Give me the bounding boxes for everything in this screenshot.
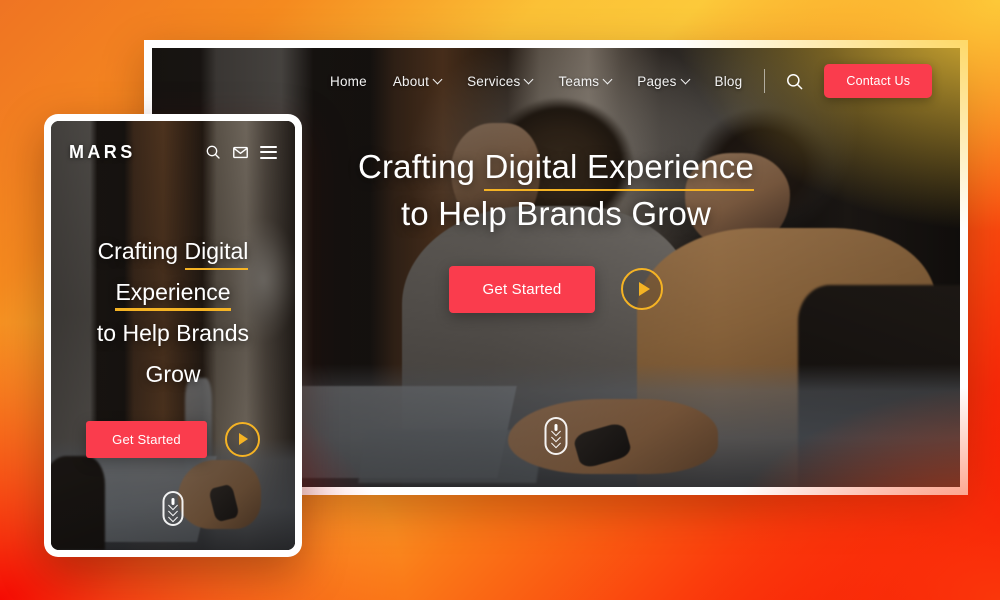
nav-item-label: Teams bbox=[558, 73, 600, 89]
chevron-down-icon bbox=[524, 74, 534, 84]
play-video-button[interactable] bbox=[224, 421, 260, 457]
nav-item-pages[interactable]: Pages bbox=[637, 73, 690, 89]
nav-item-label: Services bbox=[467, 73, 521, 89]
nav-item-services[interactable]: Services bbox=[467, 73, 534, 89]
hamburger-menu-icon[interactable] bbox=[260, 145, 277, 159]
search-icon[interactable] bbox=[785, 72, 804, 91]
hamburger-line bbox=[260, 145, 277, 148]
chevron-down-icon bbox=[680, 74, 690, 84]
chevron-down-icon bbox=[168, 512, 178, 523]
hero-line-2: to Help Brands Grow bbox=[400, 194, 712, 232]
get-started-button[interactable]: Get Started bbox=[448, 265, 596, 313]
mobile-screen: MARS Crafting Digital Experience to Help… bbox=[51, 121, 295, 550]
contact-us-button[interactable]: Contact Us bbox=[824, 64, 933, 98]
hamburger-line bbox=[260, 156, 277, 159]
nav-item-teams[interactable]: Teams bbox=[558, 73, 613, 89]
hero-prefix: Crafting bbox=[357, 148, 485, 185]
nav-item-label: Home bbox=[330, 73, 367, 89]
hero-highlight: Digital bbox=[184, 238, 249, 264]
scroll-down-indicator[interactable] bbox=[544, 417, 568, 455]
hamburger-line bbox=[260, 151, 277, 153]
desktop-nav-links: Home About Services Teams Pages Blog bbox=[330, 74, 742, 89]
hero-line-3: to Help Brands bbox=[96, 319, 250, 346]
nav-item-home[interactable]: Home bbox=[330, 74, 367, 89]
nav-divider bbox=[764, 69, 766, 93]
nav-item-label: About bbox=[392, 73, 430, 89]
play-icon bbox=[239, 433, 249, 446]
play-icon bbox=[638, 282, 650, 297]
play-video-button[interactable] bbox=[621, 268, 664, 311]
hero-line-1: Crafting Digital Experience bbox=[358, 148, 754, 185]
scroll-down-indicator[interactable] bbox=[162, 491, 184, 526]
hero-line-4: Grow bbox=[145, 360, 201, 387]
hero-line-1: Crafting Digital bbox=[98, 238, 249, 264]
mobile-hero-heading: Crafting Digital Experience to Help Bran… bbox=[97, 231, 249, 395]
mobile-navbar: MARS bbox=[51, 121, 295, 183]
hero-highlight: Digital Experience bbox=[484, 148, 755, 185]
desktop-hero-heading: Crafting Digital Experience to Help Bran… bbox=[358, 144, 754, 238]
mail-icon[interactable] bbox=[232, 144, 249, 161]
nav-item-label: Blog bbox=[714, 73, 743, 89]
nav-item-label: Pages bbox=[637, 73, 677, 89]
desktop-nav-actions: Contact Us bbox=[764, 64, 933, 98]
mobile-preview-card: MARS Crafting Digital Experience to Help… bbox=[44, 114, 302, 557]
get-started-button[interactable]: Get Started bbox=[86, 420, 207, 458]
search-icon[interactable] bbox=[205, 144, 221, 160]
mobile-nav-actions bbox=[205, 144, 277, 161]
hero-prefix: Crafting bbox=[97, 238, 185, 264]
mobile-hero-section: Crafting Digital Experience to Help Bran… bbox=[51, 231, 295, 458]
gradient-backdrop: Home About Services Teams Pages Blog Con… bbox=[0, 0, 1000, 600]
nav-item-blog[interactable]: Blog bbox=[715, 74, 743, 89]
mobile-hero-actions: Get Started bbox=[86, 420, 260, 458]
desktop-navbar: Home About Services Teams Pages Blog Con… bbox=[152, 48, 960, 114]
desktop-hero-actions: Get Started bbox=[448, 265, 664, 313]
site-logo[interactable]: MARS bbox=[69, 142, 136, 163]
chevron-down-icon bbox=[602, 74, 613, 84]
chevron-down-icon bbox=[551, 438, 561, 449]
chevron-down-icon bbox=[432, 74, 443, 84]
nav-item-about[interactable]: About bbox=[392, 73, 443, 89]
hero-highlight: Experience bbox=[115, 278, 231, 305]
